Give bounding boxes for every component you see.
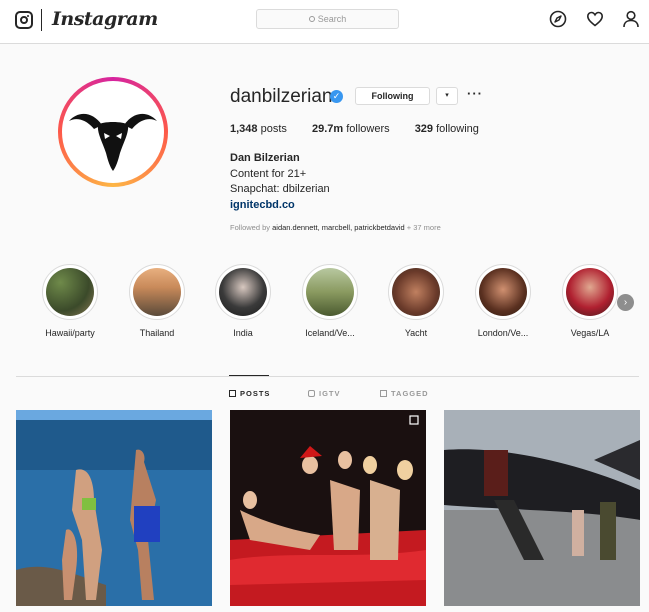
avatar [62,81,164,183]
highlight-label: India [233,328,253,338]
highlight-thumbnail [306,268,354,316]
highlight-label: London/Ve... [477,328,529,338]
post-thumbnail[interactable] [444,410,640,606]
grid-icon [229,390,236,397]
verified-badge-icon: ✓ [330,90,343,103]
story-highlight[interactable]: Yacht [386,264,446,338]
suggested-accounts-dropdown-button[interactable]: ▾ [436,87,458,105]
instagram-camera-icon[interactable] [15,11,33,29]
explore-compass-icon[interactable] [549,10,567,28]
post-thumbnail[interactable] [230,410,426,606]
top-navigation-bar: Instagram Search [0,0,649,44]
tagged-icon [380,390,387,397]
igtv-icon [308,390,315,397]
search-icon [308,15,315,22]
goat-skull-logo [69,113,157,171]
story-highlight[interactable]: London/Ve... [473,264,533,338]
followers-stat[interactable]: 29.7m followers [312,123,390,135]
highlight-label: Yacht [404,328,428,338]
search-placeholder: Search [317,14,347,24]
highlight-thumbnail [479,268,527,316]
profile-username: danbilzerian [230,86,333,107]
post-image-party [230,410,426,606]
story-highlight[interactable]: India [213,264,273,338]
more-options-icon[interactable]: ··· [467,86,483,101]
tab-tagged[interactable]: TAGGED [380,389,429,398]
profile-full-name: Dan Bilzerian [230,152,300,164]
bio-line: Snapchat: dbilzerian [230,183,330,195]
bio-website-link[interactable]: ignitecbd.co [230,199,295,211]
highlight-thumbnail [566,268,614,316]
highlight-label: Iceland/Ve... [305,328,355,338]
logo-divider [41,9,42,31]
highlights-next-arrow-icon[interactable]: › [617,294,634,311]
post-image-ocean [16,410,212,606]
tabs-divider [16,376,639,377]
activity-heart-icon[interactable] [586,10,604,28]
search-input[interactable]: Search [256,9,399,29]
following-stat[interactable]: 329 following [415,123,479,135]
story-highlight[interactable]: Iceland/Ve... [300,264,360,338]
tab-posts[interactable]: POSTS [229,389,270,398]
post-image-jet [444,410,640,606]
profile-bio: Dan Bilzerian Content for 21+ Snapchat: … [230,151,330,213]
followed-by-text[interactable]: Followed by aidan.dennett, marcbell, pat… [230,223,441,232]
highlight-label: Thailand [139,328,175,338]
story-highlight[interactable]: Thailand [127,264,187,338]
profile-person-icon[interactable] [622,10,640,28]
bio-line: Content for 21+ [230,167,307,180]
active-tab-indicator [229,375,269,376]
post-thumbnail[interactable] [16,410,212,606]
following-button[interactable]: Following [355,87,430,105]
profile-avatar-story-ring[interactable] [58,77,168,187]
highlight-label: Hawaii/party [45,328,95,338]
profile-stats: 1,348 posts 29.7m followers 329 followin… [230,123,501,135]
highlight-thumbnail [46,268,94,316]
highlight-thumbnail [219,268,267,316]
highlight-thumbnail [133,268,181,316]
story-highlight[interactable]: Hawaii/party [40,264,100,338]
tab-igtv[interactable]: IGTV [308,389,341,398]
story-highlight[interactable]: Vegas/LA [560,264,620,338]
posts-stat: 1,348 posts [230,123,287,135]
instagram-wordmark[interactable]: Instagram [52,8,158,30]
highlight-thumbnail [392,268,440,316]
highlight-label: Vegas/LA [570,328,610,338]
